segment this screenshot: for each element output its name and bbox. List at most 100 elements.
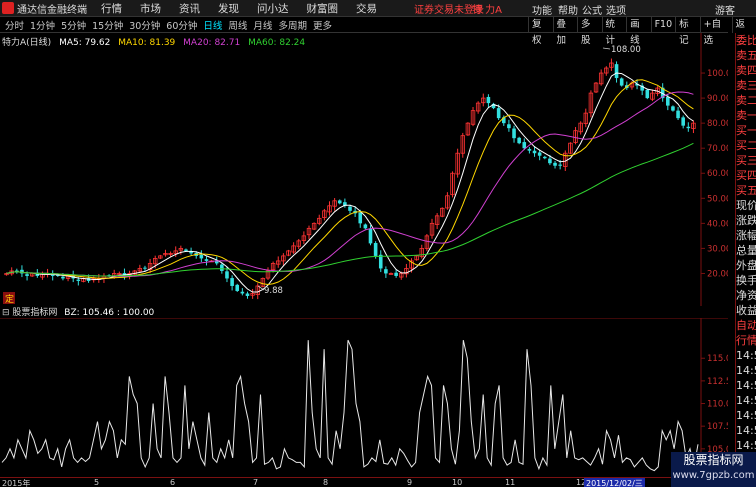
- period-tab-30min[interactable]: 30分钟: [128, 18, 161, 32]
- side-panel-row: 行情: [736, 334, 756, 347]
- candle-body: [235, 284, 240, 291]
- indicator-tick-label: 112.5: [707, 377, 728, 387]
- date-cursor-label: 2015/12/02/三: [584, 478, 645, 487]
- candle-body: [363, 224, 368, 229]
- toolbar-multi-stock-button[interactable]: 多股: [577, 17, 602, 46]
- indicator-tick-label: 110.0: [707, 400, 728, 410]
- candle-body: [184, 249, 188, 251]
- ma-line-ma5: [6, 72, 694, 293]
- candle-body: [373, 243, 378, 256]
- toolbar-back-button[interactable]: 返回: [731, 17, 756, 46]
- watermark: 股票指标网 www.7gpzb.com: [671, 452, 756, 487]
- period-tab-daily[interactable]: 日线: [202, 18, 223, 32]
- side-panel-row: 买二: [736, 139, 756, 152]
- quote-side-panel: 委比 卖五 卖四 卖三 卖二 卖一 买一 买二 买三 买四 买五 现价 涨跌 涨幅 总量 外盘 换手 净资 收益 自动…: [735, 33, 756, 487]
- toolbar-stats-button[interactable]: 统计: [601, 17, 627, 46]
- price-tick-label: 60.00: [707, 169, 728, 179]
- side-panel-row: 净资: [736, 289, 756, 302]
- date-tick: 9: [407, 478, 413, 487]
- side-panel-row: 买五: [736, 184, 756, 197]
- toolbar-mark-button[interactable]: 标记: [675, 17, 700, 46]
- menu-discover[interactable]: 发现: [218, 1, 239, 16]
- menu-news[interactable]: 资讯: [179, 1, 200, 16]
- indicator-legend: ⊟ 股票指标网 BZ: 105.46 : 100.00: [2, 305, 154, 318]
- period-tab-60min[interactable]: 60分钟: [165, 18, 198, 32]
- menu-function[interactable]: 功能: [532, 2, 552, 17]
- candle-body: [548, 158, 552, 164]
- indicator-tick-label: 107.5: [707, 422, 728, 432]
- menu-help[interactable]: 帮助: [558, 2, 578, 17]
- toolbar-draw-button[interactable]: 画线: [626, 17, 651, 46]
- period-tab-weekly[interactable]: 周线: [227, 18, 248, 32]
- app-name: 通达信金融终端: [17, 4, 87, 16]
- candle-body: [348, 206, 352, 211]
- candle-body: [61, 276, 65, 279]
- candle-body: [681, 117, 685, 126]
- candle-body: [676, 110, 680, 119]
- date-tick: 2015年: [2, 479, 31, 487]
- candle-body: [553, 162, 557, 166]
- menu-ask[interactable]: 问小达: [257, 1, 289, 16]
- date-tick: 8: [323, 478, 329, 487]
- date-tick: 5: [94, 478, 100, 487]
- candle-body: [522, 142, 527, 149]
- period-tab-more[interactable]: 更多: [312, 18, 333, 32]
- candle-body: [558, 164, 562, 166]
- candle-body: [394, 272, 398, 276]
- candle-body: [671, 106, 675, 111]
- price-tick-label: 100.00: [707, 69, 728, 79]
- side-panel-row: 卖二: [736, 94, 756, 107]
- period-tab-multi[interactable]: 多周期: [277, 18, 308, 32]
- candle-body: [666, 96, 670, 106]
- side-panel-row: 14:5: [736, 439, 756, 452]
- guest-user[interactable]: 游客: [715, 2, 735, 17]
- candlestick-chart[interactable]: 20.00 30.00 40.00 50.00 60.00 70.00 80.00 90.00…: [0, 33, 728, 306]
- toolbar-f10-button[interactable]: F10: [650, 17, 676, 33]
- candle-body: [240, 291, 245, 294]
- toolbar-overlay-button[interactable]: 叠加: [552, 17, 578, 46]
- period-tab-intraday[interactable]: 分时: [4, 18, 25, 32]
- current-stock-label: 特 力A: [472, 4, 503, 16]
- side-panel-row: 14:5: [736, 379, 756, 392]
- side-panel-row: 涨幅: [736, 229, 756, 242]
- menu-market-quotes[interactable]: 行情: [101, 1, 122, 16]
- candle-body: [225, 271, 229, 279]
- side-panel-row: 14:5: [736, 424, 756, 437]
- candle-body: [619, 78, 624, 86]
- indicator-expand-icon[interactable]: ⊟: [2, 308, 12, 318]
- menu-options[interactable]: 选项: [606, 2, 626, 17]
- candle-body: [220, 264, 224, 271]
- app-logo-icon: [2, 2, 14, 14]
- indicator-value: BZ: 105.46 : 100.00: [64, 308, 155, 318]
- candle-body: [204, 259, 209, 261]
- indicator-tick-label: 115.0: [707, 354, 728, 364]
- period-tab-1min[interactable]: 1分钟: [29, 18, 56, 32]
- side-panel-row: 自动: [736, 319, 756, 332]
- title-bar: 通达信金融终端 行情 市场 资讯 发现 问小达 财富圈 交易 证券交易未登录 特…: [0, 0, 756, 17]
- date-tick: 6: [170, 478, 176, 487]
- candle-body: [384, 269, 388, 274]
- menu-formula[interactable]: 公式: [582, 2, 602, 17]
- date-marker-label: 定: [5, 293, 14, 305]
- candle-body: [230, 278, 234, 286]
- side-panel-row: 买一: [736, 124, 756, 137]
- toolbar-adjust-button[interactable]: 复权: [528, 17, 553, 46]
- period-tab-monthly[interactable]: 月线: [252, 18, 273, 32]
- side-panel-row: 现价: [736, 199, 756, 212]
- period-tab-5min[interactable]: 5分钟: [60, 18, 87, 32]
- side-panel-row: 卖五: [736, 49, 756, 62]
- price-tick-label: 20.00: [707, 269, 728, 279]
- indicator-chart[interactable]: 105.0107.5110.0112.5115.0: [0, 318, 728, 477]
- candle-body: [368, 228, 373, 244]
- side-panel-row: 外盘: [736, 259, 756, 272]
- price-tick-label: 90.00: [707, 94, 728, 104]
- toolbar-add-watchlist-button[interactable]: +自选: [699, 17, 732, 46]
- menu-market[interactable]: 市场: [140, 1, 161, 16]
- side-panel-row: 收益: [736, 304, 756, 317]
- date-axis: 2015年 5 6 7 8 9 10 11 12 2015/12/02/三: [0, 477, 728, 487]
- menu-trade[interactable]: 交易: [356, 1, 377, 16]
- period-tab-15min[interactable]: 15分钟: [91, 18, 124, 32]
- low-price-label: 9.88: [264, 286, 283, 296]
- menu-wealth[interactable]: 财富圈: [307, 1, 339, 16]
- side-panel-row: 14:5: [736, 364, 756, 377]
